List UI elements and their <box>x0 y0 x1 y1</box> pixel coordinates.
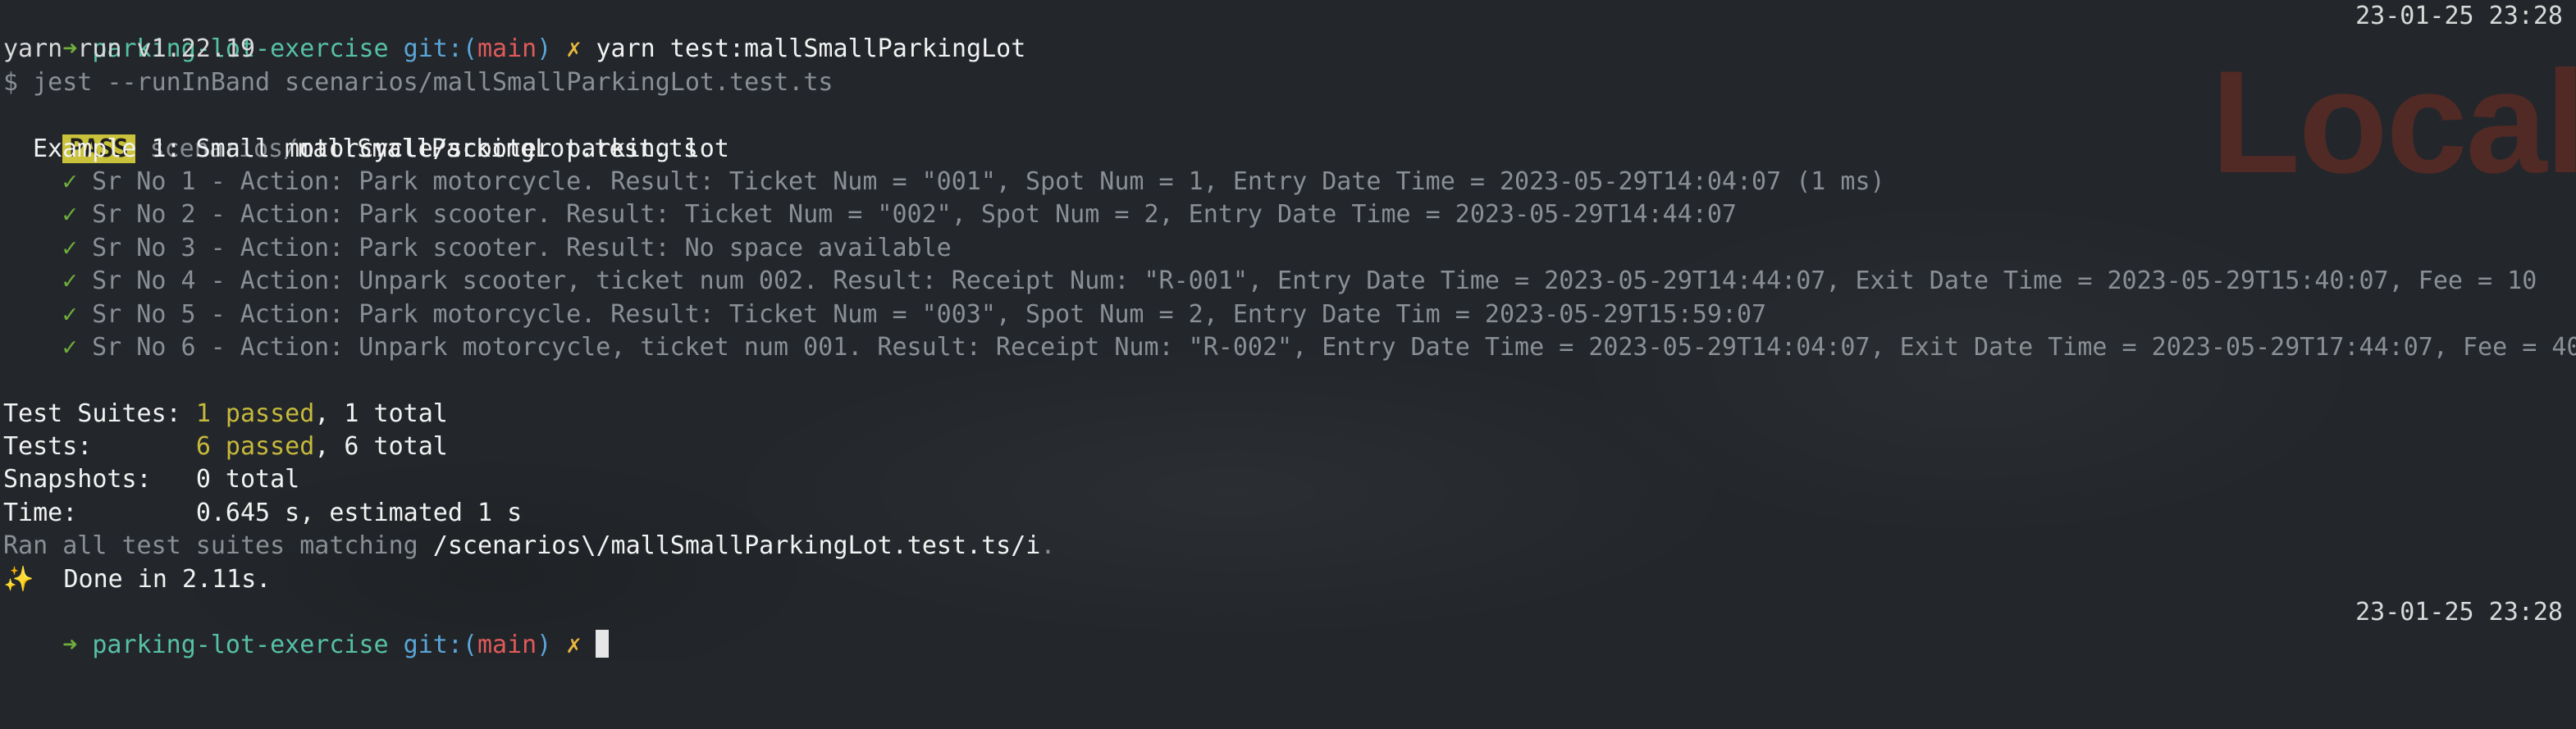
terminal-output[interactable]: ➜ parking-lot-exercise git:(main) ✗ yarn… <box>3 0 2576 659</box>
summary-suites: Test Suites: 1 passed, 1 total <box>3 398 2563 431</box>
describe-block-title: Example 1: Small motorcycle/scooter park… <box>33 134 729 163</box>
summary-time: Time: 0.645 s, estimated 1 s <box>3 497 2563 530</box>
check-icon: ✓ <box>62 166 78 196</box>
test-case-text: Sr No 6 - Action: Unpark motorcycle, tic… <box>92 332 2576 362</box>
prompt-arrow-icon: ➜ <box>62 631 78 660</box>
check-icon: ✓ <box>62 267 78 296</box>
prompt-directory: parking-lot-exercise <box>92 631 389 660</box>
test-case-row: ✓ Sr No 1 - Action: Park motorcycle. Res… <box>3 166 2563 198</box>
summary-label: Tests: <box>3 432 196 462</box>
ran-all-line: Ran all test suites matching /scenarios\… <box>3 530 2563 563</box>
summary-label: Test Suites: <box>3 399 196 428</box>
yarn-version-line: yarn run v1.22.19 <box>3 34 256 64</box>
check-icon: ✓ <box>62 233 78 262</box>
summary-label: Time: <box>3 498 196 527</box>
ran-all-pattern: /scenarios\/mallSmallParkingLot.test.ts/… <box>432 531 1041 561</box>
summary-total: , 1 total <box>314 399 448 428</box>
prompt-line: ➜ parking-lot-exercise git:(main) ✗ 23-0… <box>3 596 2563 659</box>
summary-label: Snapshots: <box>3 465 196 494</box>
test-case-row: ✓ Sr No 2 - Action: Park scooter. Result… <box>3 198 2563 231</box>
summary-value: 0.645 s, estimated 1 s <box>195 498 523 527</box>
test-case-row: ✓ Sr No 4 - Action: Unpark scooter, tick… <box>3 265 2563 298</box>
git-close: ) <box>537 631 552 660</box>
check-icon: ✓ <box>62 332 78 362</box>
done-text: Done in 2.11s. <box>34 564 272 594</box>
summary-passed: 6 passed <box>195 432 315 462</box>
dirty-icon: ✗ <box>566 631 582 660</box>
test-result-line: PASS scenarios/mallSmallParkingLot.test.… <box>3 99 2563 163</box>
summary-total: , 6 total <box>314 432 448 462</box>
summary-passed: 1 passed <box>195 399 315 428</box>
summary-snapshots: Snapshots: 0 total <box>3 463 2563 496</box>
summary-tests: Tests: 6 passed, 6 total <box>3 431 2563 463</box>
ran-all-period: . <box>1040 531 1056 561</box>
test-case-text: Sr No 5 - Action: Park motorcycle. Resul… <box>92 299 1767 329</box>
summary-value: 0 total <box>195 465 300 494</box>
prompt-timestamp: 23-01-25 23:28 <box>2355 598 2563 627</box>
check-icon: ✓ <box>62 200 78 230</box>
ran-all-text: Ran all test suites matching <box>3 531 433 561</box>
test-case-text: Sr No 3 - Action: Park scooter. Result: … <box>92 233 952 262</box>
test-case-row: ✓ Sr No 3 - Action: Park scooter. Result… <box>3 232 2563 265</box>
prompt-timestamp: 23-01-25 23:28 <box>2355 2 2563 30</box>
git-branch: main <box>477 631 537 660</box>
test-case-text: Sr No 2 - Action: Park scooter. Result: … <box>92 200 1737 230</box>
test-case-text: Sr No 1 - Action: Park motorcycle. Resul… <box>92 166 1885 196</box>
test-case-row: ✓ Sr No 5 - Action: Park motorcycle. Res… <box>3 298 2563 331</box>
check-icon: ✓ <box>62 299 78 329</box>
test-case-text: Sr No 4 - Action: Unpark scooter, ticket… <box>92 267 2537 296</box>
done-line: ✨ Done in 2.11s. <box>3 563 2563 596</box>
test-case-row: ✓ Sr No 6 - Action: Unpark motorcycle, t… <box>3 331 2576 364</box>
prompt-line: ➜ parking-lot-exercise git:(main) ✗ yarn… <box>3 0 2563 63</box>
git-label: git:( <box>403 631 477 660</box>
jest-command-line: $ jest --runInBand scenarios/mallSmallPa… <box>3 67 834 97</box>
sparkle-icon: ✨ <box>3 564 34 594</box>
text-cursor[interactable] <box>596 630 610 658</box>
